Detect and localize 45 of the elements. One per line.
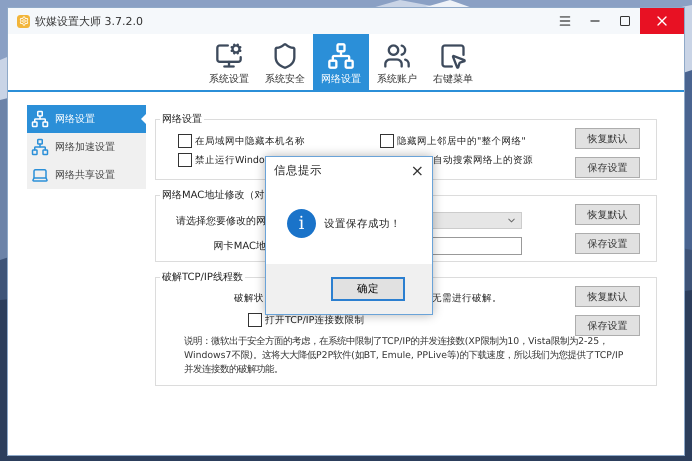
maximize-icon[interactable] (619, 15, 631, 27)
menu-icon[interactable] (558, 14, 572, 28)
save-settings-button[interactable]: 保存设置 (575, 315, 640, 336)
group-title: 网络MAC地址修改（对 (161, 188, 266, 202)
network-icon (327, 42, 355, 70)
group-title: 破解TCP/IP线程数 (161, 270, 244, 284)
dialog-close-button[interactable]: × (410, 160, 424, 180)
checkbox-label: 在局域网中隐藏本机名称 (195, 134, 305, 148)
checkbox-label: 禁止运行Windo (195, 154, 265, 166)
save-settings-button[interactable]: 保存设置 (575, 233, 640, 254)
network-icon (31, 110, 49, 128)
sidebar-item[interactable]: 网络共享设置 (27, 161, 146, 189)
restore-default-button[interactable]: 恢复默认 (575, 128, 640, 149)
users-icon (383, 42, 411, 70)
toolbar-tab[interactable]: 系统账户 (369, 34, 425, 90)
status-label: 破解状 (234, 292, 264, 305)
restore-default-button[interactable]: 恢复默认 (575, 286, 640, 307)
description-text: 说明：微软出于安全方面的考虑，在系统中限制了TCP/IP的并发连接数(XP限制为10，Vista限制为2-25，Windows7不限)。这将大大降低P2P软件(如BT, Emule, PPLive等)的下载速度，所以我们为您提供了TCP/IP并发连接数的破解功能。 (184, 335, 624, 377)
checkbox[interactable] (178, 134, 192, 148)
group-title: 网络设置 (161, 112, 203, 126)
checkbox-label: 自动搜索网络上的资源 (433, 154, 533, 166)
info-icon: i (287, 209, 316, 238)
toolbar-tab[interactable]: 系统安全 (257, 34, 313, 90)
checkbox[interactable] (380, 134, 394, 148)
pointer-icon (439, 42, 467, 70)
monitor-gear-icon (215, 42, 243, 70)
field-label: 请选择您要修改的网 (175, 214, 266, 228)
window-title: 软媒设置大师 3.7.2.0 (35, 14, 144, 28)
close-button[interactable] (640, 8, 684, 34)
checkbox-label: 打开TCP/IP连接数限制 (265, 314, 364, 326)
checkbox[interactable] (178, 153, 192, 167)
save-settings-button[interactable]: 保存设置 (575, 157, 640, 178)
app-logo-icon (17, 14, 30, 28)
dialog-title: 信息提示 (274, 162, 322, 178)
dialog-message: 设置保存成功！ (324, 216, 401, 230)
toolbar-tab[interactable]: 系统设置 (201, 34, 257, 90)
network-icon (31, 138, 49, 156)
toolbar-tab[interactable]: 右键菜单 (425, 34, 481, 90)
checkbox-label: 隐藏网上邻居中的"整个网络" (397, 134, 526, 148)
checkbox[interactable] (248, 313, 262, 327)
status-text: 无需进行破解。 (432, 292, 502, 305)
ok-button[interactable]: 确定 (331, 277, 405, 301)
sidebar-item[interactable]: 网络加速设置 (27, 133, 146, 161)
laptop-icon (31, 166, 49, 184)
restore-default-button[interactable]: 恢复默认 (575, 204, 640, 225)
